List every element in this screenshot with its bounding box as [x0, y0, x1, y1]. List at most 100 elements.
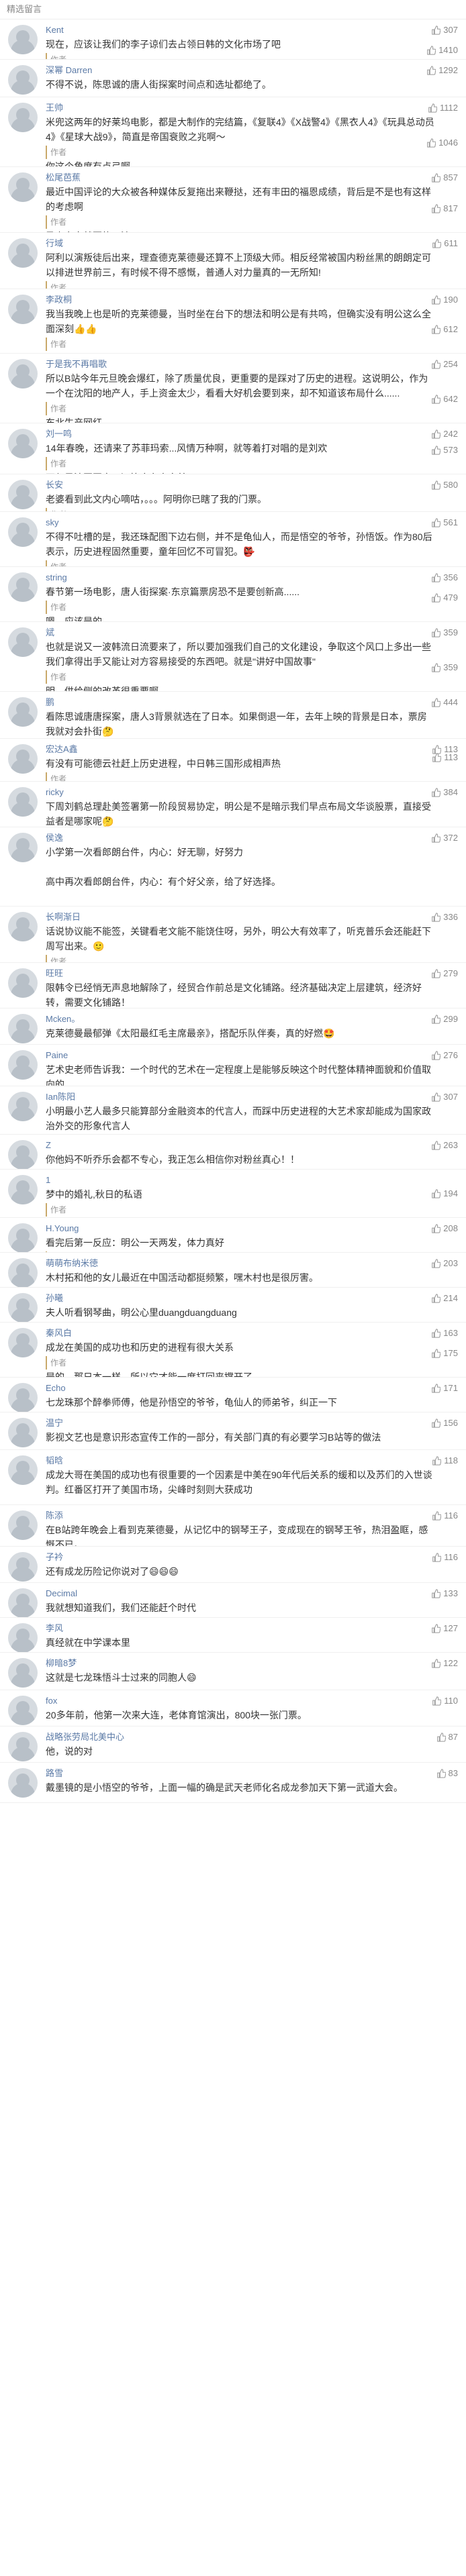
avatar[interactable] — [8, 744, 38, 774]
like-button[interactable]: 611 — [432, 238, 458, 248]
avatar[interactable] — [8, 1328, 38, 1357]
comment-author[interactable]: 斌 — [46, 626, 355, 639]
avatar[interactable] — [8, 359, 38, 389]
like-button[interactable]: 279 — [431, 968, 458, 978]
comment-author[interactable]: 秦风白 — [46, 1327, 355, 1340]
like-button[interactable]: 857 — [431, 172, 458, 183]
like-button[interactable]: 190 — [431, 295, 458, 305]
like-button[interactable]: 116 — [432, 1552, 458, 1562]
avatar[interactable] — [8, 1293, 38, 1322]
comment-author[interactable]: 1 — [46, 1174, 355, 1187]
like-button[interactable]: 372 — [431, 833, 458, 843]
avatar[interactable] — [8, 429, 38, 458]
like-button[interactable]: 263 — [431, 1140, 458, 1150]
comment-author[interactable]: Mcken。 — [46, 1013, 355, 1026]
reply-like-button[interactable]: 573 — [431, 445, 458, 455]
reply-like-button[interactable]: 642 — [431, 394, 458, 404]
reply-like-button[interactable]: 817 — [431, 203, 458, 213]
like-button[interactable]: 171 — [431, 1383, 458, 1393]
comment-author[interactable]: 旺旺 — [46, 967, 355, 980]
comment-author[interactable]: 柳暗8梦 — [46, 1657, 355, 1670]
comment-author[interactable]: 李政桐 — [46, 293, 355, 307]
comment-author[interactable]: Z — [46, 1139, 355, 1152]
like-button[interactable]: 307 — [431, 25, 458, 35]
like-button[interactable]: 116 — [432, 1510, 458, 1521]
avatar[interactable] — [8, 1383, 38, 1412]
like-button[interactable]: 1112 — [428, 103, 458, 113]
comment-author[interactable]: 温宁 — [46, 1416, 355, 1430]
comment-author[interactable]: string — [46, 571, 355, 584]
like-button[interactable]: 254 — [431, 359, 458, 369]
comment-author[interactable]: 深幂 Darren — [46, 64, 355, 77]
like-button[interactable]: 110 — [432, 1696, 458, 1706]
like-button[interactable]: 336 — [431, 912, 458, 922]
avatar[interactable] — [8, 1050, 38, 1080]
like-button[interactable]: 118 — [432, 1455, 458, 1465]
like-button[interactable]: 87 — [436, 1732, 458, 1742]
comment-author[interactable]: 刘一鸣 — [46, 427, 355, 441]
avatar[interactable] — [8, 1696, 38, 1725]
comment-author[interactable]: 宏达A鑫 — [46, 743, 355, 756]
like-button[interactable]: 561 — [431, 517, 458, 527]
like-button[interactable]: 203 — [431, 1258, 458, 1268]
comment-author[interactable]: 路雪 — [46, 1767, 355, 1780]
comment-author[interactable]: 长安 — [46, 478, 355, 492]
like-button[interactable]: 83 — [436, 1768, 458, 1778]
avatar[interactable] — [8, 25, 38, 54]
avatar[interactable] — [8, 1418, 38, 1447]
comment-author[interactable]: 孙曦 — [46, 1292, 355, 1305]
comment-author[interactable]: Kent — [46, 23, 355, 37]
like-button[interactable]: 307 — [431, 1092, 458, 1102]
like-button[interactable]: 356 — [431, 572, 458, 582]
reply-like-button[interactable]: 113 — [432, 752, 458, 762]
like-button[interactable]: 1292 — [426, 65, 458, 75]
like-button[interactable]: 444 — [431, 697, 458, 707]
avatar[interactable] — [8, 1510, 38, 1540]
like-button[interactable]: 127 — [431, 1623, 458, 1633]
avatar[interactable] — [8, 1732, 38, 1761]
avatar[interactable] — [8, 1140, 38, 1169]
like-button[interactable]: 276 — [431, 1050, 458, 1060]
avatar[interactable] — [8, 1455, 38, 1485]
reply-like-button[interactable]: 612 — [431, 324, 458, 334]
avatar[interactable] — [8, 517, 38, 547]
reply-like-button[interactable]: 1046 — [426, 138, 458, 148]
comment-author[interactable]: 松尾芭蕉 — [46, 171, 355, 185]
comment-author[interactable]: 李风 — [46, 1622, 355, 1635]
like-button[interactable]: 163 — [431, 1328, 458, 1338]
reply-like-button[interactable]: 479 — [431, 593, 458, 603]
comment-author[interactable]: 王帅 — [46, 101, 355, 115]
like-button[interactable]: 156 — [431, 1418, 458, 1428]
comment-author[interactable]: 萌萌布纳米徳 — [46, 1257, 355, 1270]
avatar[interactable] — [8, 1588, 38, 1617]
comment-author[interactable]: sky — [46, 516, 355, 529]
avatar[interactable] — [8, 1014, 38, 1043]
avatar[interactable] — [8, 912, 38, 941]
reply-like-button[interactable]: 194 — [431, 1188, 458, 1198]
reply-like-button[interactable]: 1410 — [426, 45, 458, 55]
reply-like-button[interactable]: 175 — [431, 1348, 458, 1358]
comment-author[interactable]: 侯逸 — [46, 831, 355, 845]
like-button[interactable]: 242 — [431, 429, 458, 439]
reply-like-button[interactable]: 359 — [431, 662, 458, 672]
like-button[interactable]: 359 — [431, 627, 458, 637]
comment-author[interactable]: Echo — [46, 1382, 355, 1395]
avatar[interactable] — [8, 1768, 38, 1798]
avatar[interactable] — [8, 1092, 38, 1121]
comment-author[interactable]: 于是我不再唱歌 — [46, 358, 355, 371]
comment-author[interactable]: 战略张劳局北美中心 — [46, 1731, 355, 1744]
like-button[interactable]: 299 — [431, 1014, 458, 1024]
comment-author[interactable]: H.Young — [46, 1222, 355, 1235]
comment-author[interactable]: Paine — [46, 1049, 355, 1062]
comment-author[interactable]: 陈添 — [46, 1509, 355, 1523]
avatar[interactable] — [8, 833, 38, 862]
avatar[interactable] — [8, 103, 38, 132]
avatar[interactable] — [8, 238, 38, 268]
avatar[interactable] — [8, 1623, 38, 1652]
avatar[interactable] — [8, 295, 38, 324]
comment-author[interactable]: 行域 — [46, 237, 355, 250]
avatar[interactable] — [8, 787, 38, 817]
avatar[interactable] — [8, 968, 38, 998]
like-button[interactable]: 133 — [431, 1588, 458, 1598]
comment-author[interactable]: Decimal — [46, 1587, 355, 1600]
